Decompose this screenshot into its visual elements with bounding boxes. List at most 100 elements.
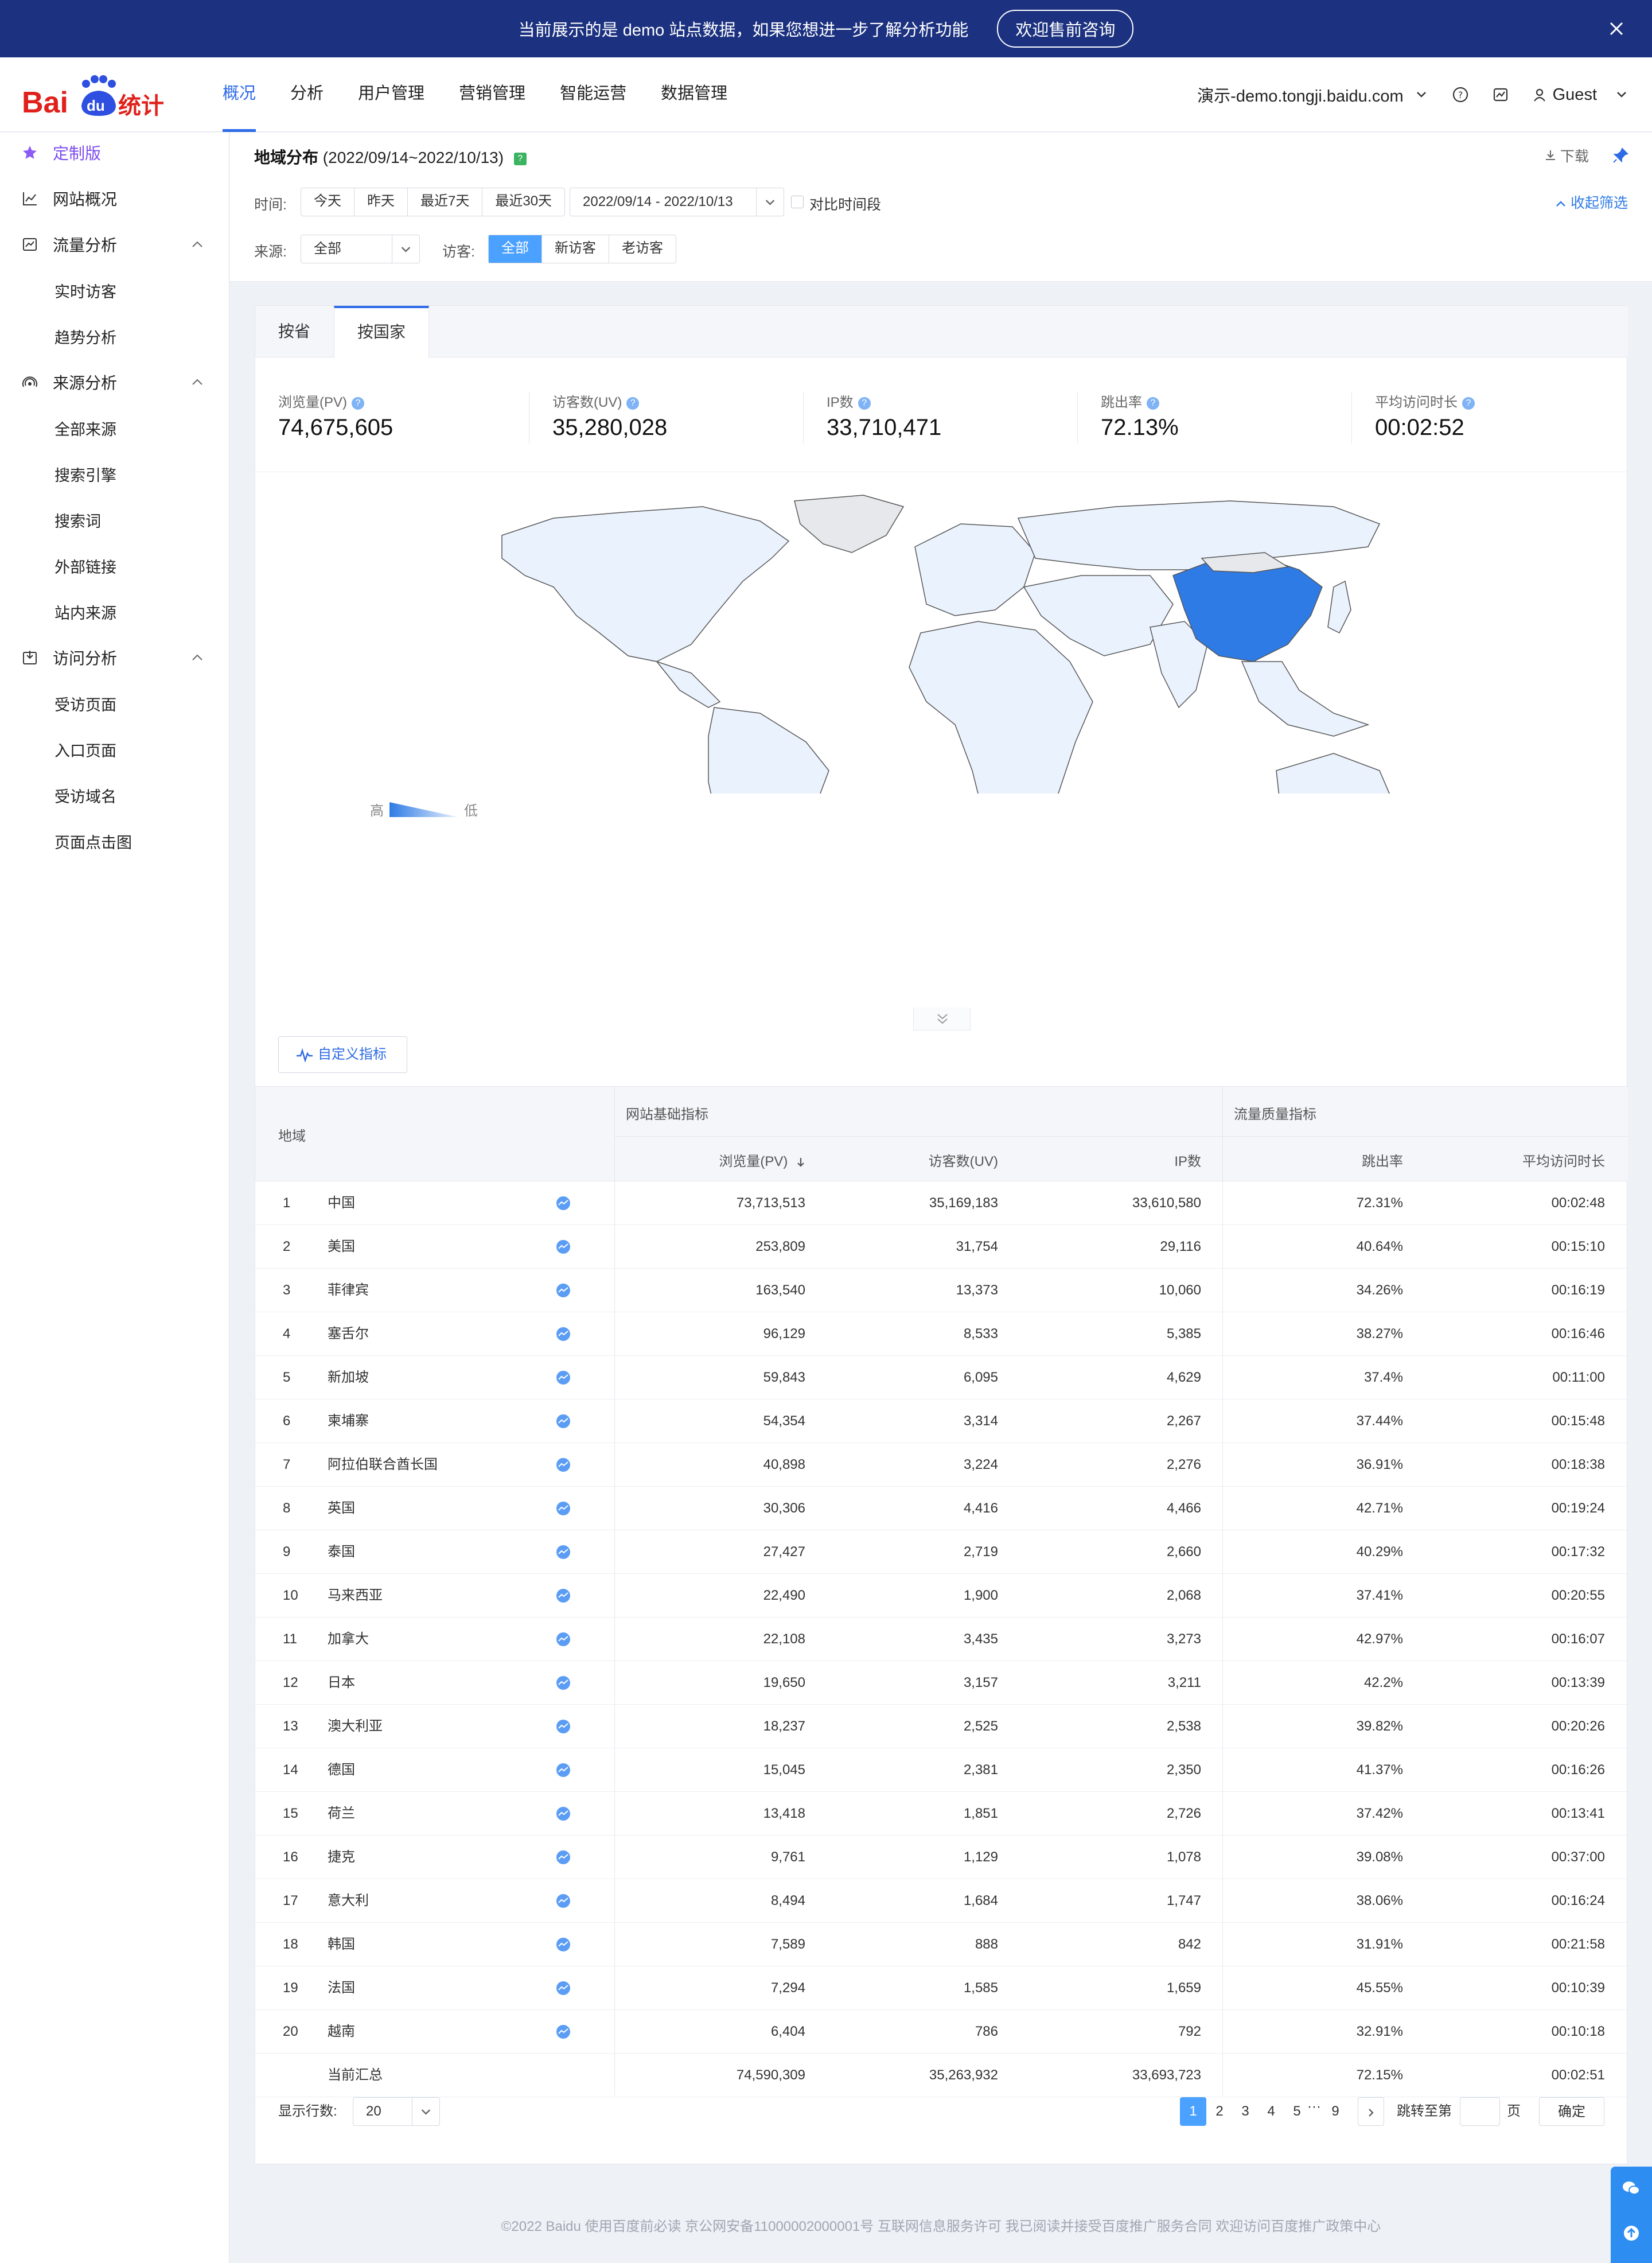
trend-icon[interactable] [556, 1719, 571, 1734]
compare-label[interactable]: 对比时间段 [809, 193, 881, 214]
baidu-tongji-logo[interactable]: Bai du 统计 [22, 71, 165, 120]
sidebar-item-realtime[interactable]: 实时访客 [0, 270, 229, 310]
report-icon[interactable] [1492, 86, 1509, 103]
sidebar-item-search-term[interactable]: 搜索词 [0, 500, 229, 540]
chat-icon[interactable] [1621, 2178, 1642, 2199]
nav-smart-ops[interactable]: 智能运营 [560, 57, 626, 132]
next-page-button[interactable] [1358, 2097, 1384, 2126]
trend-icon[interactable] [556, 2024, 571, 2039]
trend-icon[interactable] [556, 1414, 571, 1429]
visitor-option-all[interactable]: 全部 [489, 235, 542, 263]
chevron-down-icon[interactable] [1414, 87, 1429, 102]
help-icon[interactable]: ? [858, 396, 871, 410]
page-1[interactable]: 1 [1180, 2097, 1206, 2126]
date-range-picker[interactable]: 2022/09/14 - 2022/10/13 [570, 188, 784, 216]
sidebar-item-internal-source[interactable]: 站内来源 [0, 592, 229, 632]
sidebar-group-traffic[interactable]: 流量分析 [0, 224, 229, 265]
help-icon[interactable]: ? [1462, 396, 1475, 410]
time-option-yesterday[interactable]: 昨天 [354, 188, 408, 216]
presales-button[interactable]: 欢迎售前咨询 [997, 10, 1134, 48]
sidebar-item-external-links[interactable]: 外部链接 [0, 546, 229, 586]
table-row[interactable]: 13 澳大利亚 18,237 2,525 2,538 39.82% 00:20:26 [255, 1705, 1628, 1748]
compare-checkbox[interactable] [791, 196, 804, 208]
table-row[interactable]: 8 英国 30,306 4,416 4,466 42.71% 00:19:24 [255, 1487, 1628, 1530]
chevron-up-icon[interactable] [190, 376, 204, 388]
table-row[interactable]: 15 荷兰 13,418 1,851 2,726 37.42% 00:13:41 [255, 1792, 1628, 1836]
table-row[interactable]: 7 阿拉伯联合酋长国 40,898 3,224 2,276 36.91% 00:18:38 [255, 1443, 1628, 1487]
table-row[interactable]: 4 塞舌尔 96,129 8,533 5,385 38.27% 00:16:46 [255, 1312, 1628, 1356]
trend-icon[interactable] [556, 1457, 571, 1472]
sidebar-group-visit[interactable]: 访问分析 [0, 637, 229, 678]
table-row[interactable]: 3 菲律宾 163,540 13,373 10,060 34.26% 00:16:19 [255, 1269, 1628, 1312]
trend-icon[interactable] [556, 1327, 571, 1342]
page-4[interactable]: 4 [1259, 2097, 1283, 2126]
table-row[interactable]: 6 柬埔寨 54,354 3,314 2,267 37.44% 00:15:48 [255, 1399, 1628, 1443]
table-row[interactable]: 12 日本 19,650 3,157 3,211 42.2% 00:13:39 [255, 1661, 1628, 1705]
chevron-down-icon[interactable] [1614, 87, 1629, 102]
column-header-bounce[interactable]: 跳出率 [1362, 1150, 1403, 1170]
table-row[interactable]: 2 美国 253,809 31,754 29,116 40.64% 00:15:10 [255, 1225, 1628, 1269]
chevron-down-icon[interactable] [756, 188, 784, 216]
table-row[interactable]: 16 捷克 9,761 1,129 1,078 39.08% 00:37:00 [255, 1836, 1628, 1879]
help-icon[interactable]: ? [626, 396, 640, 410]
sidebar-item-search-engine[interactable]: 搜索引擎 [0, 454, 229, 494]
confirm-jump-button[interactable]: 确定 [1539, 2097, 1604, 2126]
tab-by-province[interactable]: 按省 [255, 306, 333, 357]
table-row[interactable]: 19 法国 7,294 1,585 1,659 45.55% 00:10:39 [255, 1966, 1628, 2010]
chevron-down-icon[interactable] [412, 2098, 439, 2125]
table-row[interactable]: 1 中国 73,713,513 35,169,183 33,610,580 72.31% 0… [255, 1181, 1628, 1225]
sidebar-item-visited-pages[interactable]: 受访页面 [0, 683, 229, 724]
trend-icon[interactable] [556, 1806, 571, 1821]
download-button[interactable]: 下载 [1560, 145, 1589, 166]
tab-by-country[interactable]: 按国家 [334, 306, 430, 358]
column-header-uv[interactable]: 访客数(UV) [929, 1150, 998, 1170]
trend-icon[interactable] [556, 1981, 571, 1996]
help-icon[interactable]: ? [513, 152, 527, 165]
collapse-filters-button[interactable]: 收起筛选 [1555, 192, 1628, 212]
chevron-down-icon[interactable] [392, 235, 419, 263]
time-option-7days[interactable]: 最近7天 [408, 188, 483, 216]
site-selector[interactable]: 演示-demo.tongji.baidu.com [1197, 83, 1403, 107]
chevron-up-icon[interactable] [190, 238, 204, 251]
trend-icon[interactable] [556, 1370, 571, 1385]
trend-icon[interactable] [556, 1588, 571, 1603]
nav-analysis[interactable]: 分析 [290, 57, 324, 132]
table-row[interactable]: 20 越南 6,404 786 792 32.91% 00:10:18 [255, 2010, 1628, 2054]
trend-icon[interactable] [556, 1196, 571, 1211]
trend-icon[interactable] [556, 1239, 571, 1254]
table-row[interactable]: 5 新加坡 59,843 6,095 4,629 37.4% 00:11:00 [255, 1356, 1628, 1399]
table-row[interactable]: 17 意大利 8,494 1,684 1,747 38.06% 00:16:24 [255, 1879, 1628, 1923]
time-option-30days[interactable]: 最近30天 [482, 188, 564, 216]
table-row[interactable]: 9 泰国 27,427 2,719 2,660 40.29% 00:17:32 [255, 1530, 1628, 1574]
sidebar-item-heatmap[interactable]: 页面点击图 [0, 821, 229, 861]
trend-icon[interactable] [556, 1283, 571, 1298]
sidebar-group-source[interactable]: 来源分析 [0, 362, 229, 402]
sidebar-item-entry-pages[interactable]: 入口页面 [0, 729, 229, 769]
help-icon[interactable]: ? [352, 396, 364, 410]
pin-icon[interactable] [1612, 147, 1629, 164]
help-icon[interactable]: ? [1147, 396, 1159, 410]
help-icon[interactable]: ? [1452, 86, 1469, 103]
sidebar-item-all-sources[interactable]: 全部来源 [0, 408, 229, 448]
world-map[interactable] [255, 472, 1628, 794]
trend-icon[interactable] [556, 1850, 571, 1865]
sidebar-item-visited-domains[interactable]: 受访域名 [0, 775, 229, 815]
trend-icon[interactable] [556, 1675, 571, 1690]
sidebar-item-trend[interactable]: 趋势分析 [0, 316, 229, 356]
back-to-top-icon[interactable] [1622, 2224, 1641, 2242]
nav-user-management[interactable]: 用户管理 [358, 57, 424, 132]
nav-overview[interactable]: 概况 [223, 57, 256, 132]
table-row[interactable]: 11 加拿大 22,108 3,435 3,273 42.97% 00:16:07 [255, 1617, 1628, 1661]
column-header-duration[interactable]: 平均访问时长 [1522, 1150, 1605, 1170]
close-icon[interactable] [1604, 16, 1629, 41]
nav-data-management[interactable]: 数据管理 [661, 57, 727, 132]
time-option-today[interactable]: 今天 [301, 188, 354, 216]
download-icon[interactable] [1544, 149, 1557, 162]
table-row[interactable]: 18 韩国 7,589 888 842 31.91% 00:21:58 [255, 1923, 1628, 1966]
table-row[interactable]: 10 马来西亚 22,490 1,900 2,068 37.41% 00:20:55 [255, 1574, 1628, 1617]
trend-icon[interactable] [556, 1501, 571, 1516]
nav-marketing[interactable]: 营销管理 [459, 57, 525, 132]
visitor-option-new[interactable]: 新访客 [542, 235, 609, 263]
sort-down-icon[interactable] [796, 1157, 805, 1168]
trend-icon[interactable] [556, 1763, 571, 1778]
